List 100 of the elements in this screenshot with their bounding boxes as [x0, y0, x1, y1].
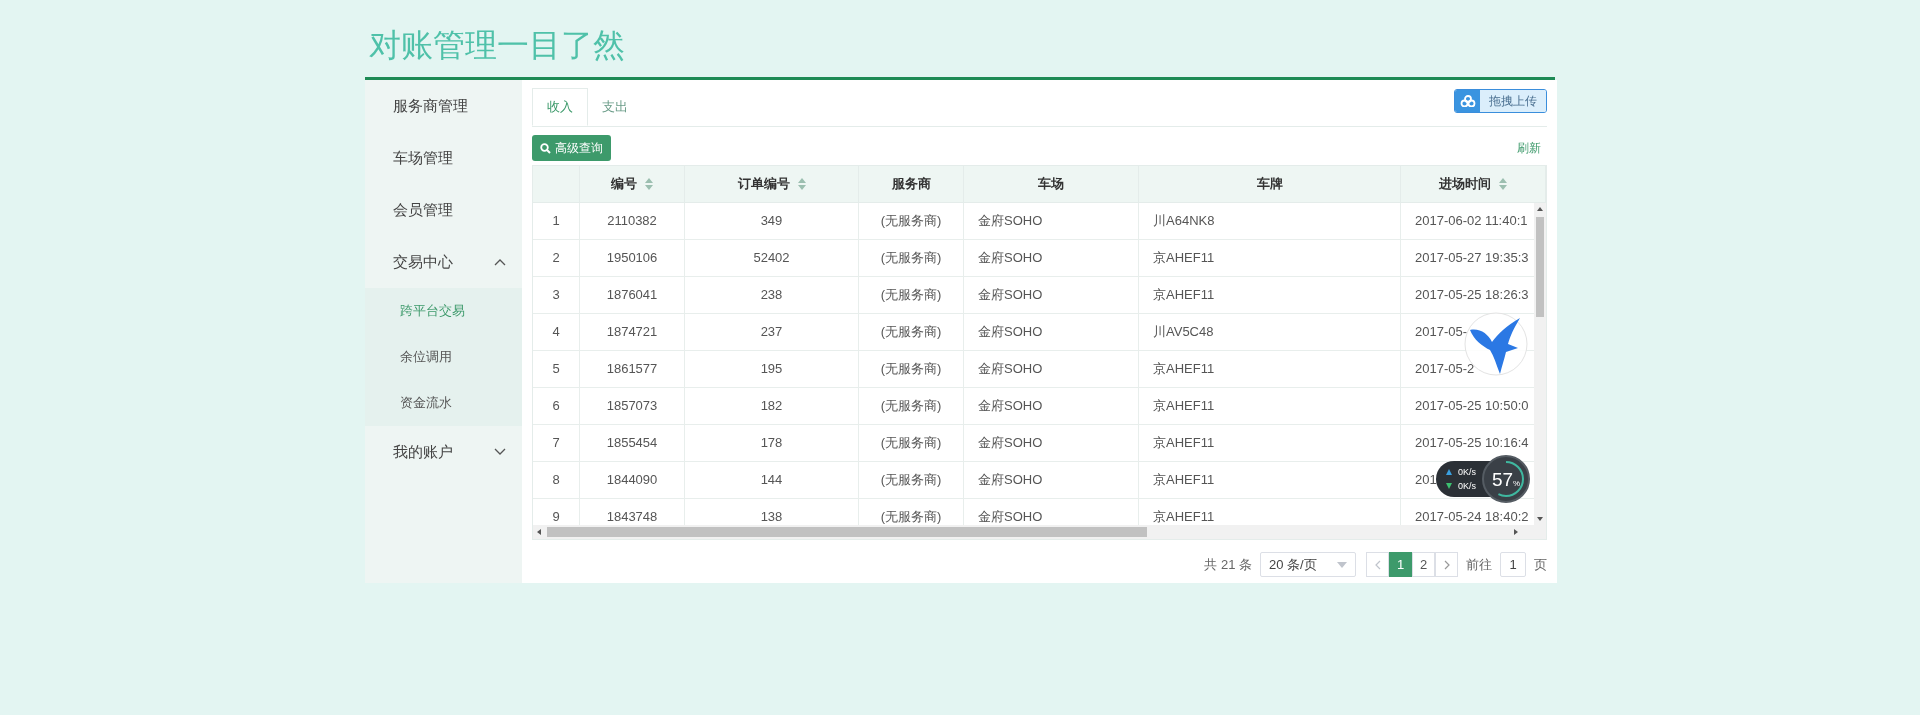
- tab[interactable]: 收入: [532, 88, 588, 126]
- table-cell-text: 2017-05-25 10:16:4: [1415, 434, 1529, 453]
- horizontal-scrollbar[interactable]: [533, 525, 1546, 539]
- table-cell-text: 1843748: [606, 508, 658, 525]
- memory-percent: 57%: [1491, 469, 1521, 489]
- table-cell-text: 1874721: [606, 323, 658, 342]
- sort-icon[interactable]: [1499, 178, 1507, 190]
- table-cell-text: 金府SOHO: [978, 286, 1043, 305]
- table-cell: 5: [533, 351, 580, 387]
- column-header[interactable]: 订单编号: [685, 166, 859, 202]
- total-count: 共 21 条: [1204, 555, 1252, 574]
- goto-label: 前往: [1466, 555, 1492, 574]
- table-cell-text: 京AHEF11: [1153, 286, 1215, 305]
- sidebar-group[interactable]: 我的账户: [365, 426, 522, 478]
- table-cell-text: 金府SOHO: [978, 249, 1043, 268]
- table-cell-text: 182: [760, 397, 783, 416]
- column-title: 订单编号: [737, 175, 790, 194]
- table-cell: 1: [533, 203, 580, 239]
- column-title: 编号: [611, 175, 637, 194]
- sort-icon[interactable]: [797, 178, 806, 190]
- previous-page-button[interactable]: [1366, 552, 1389, 577]
- column-title: 服务商: [891, 175, 931, 194]
- upload-speed: 0K/s: [1458, 466, 1476, 479]
- search-icon: [540, 142, 551, 154]
- chevron-down-icon: [494, 448, 506, 456]
- column-title: 车牌: [1256, 175, 1283, 194]
- vertical-scrollbar[interactable]: [1534, 203, 1546, 525]
- next-page-button[interactable]: [1435, 552, 1458, 577]
- table-cell-text: 2017-05-25 10:50:0: [1415, 397, 1529, 416]
- cloud-icon: [1459, 95, 1476, 107]
- table-cell: 2: [533, 240, 580, 276]
- table-cell-text: 1855454: [606, 434, 658, 453]
- table-cell-text: (无服务商): [880, 323, 942, 342]
- table-cell-text: 2017-05-25 18:26:3: [1415, 286, 1529, 305]
- table-cell-text: (无服务商): [880, 508, 942, 525]
- column-header[interactable]: 编号: [580, 166, 685, 202]
- download-speed: 0K/s: [1458, 480, 1476, 493]
- table-cell-text: 2017-05-2: [1415, 360, 1475, 379]
- table-cell-text: 金府SOHO: [978, 360, 1043, 379]
- table-cell-text: 1857073: [606, 397, 658, 416]
- table-cell-text: 178: [760, 434, 783, 453]
- table-cell-text: 京AHEF11: [1153, 471, 1215, 490]
- page-button[interactable]: 2: [1412, 552, 1435, 577]
- table-cell: 7: [533, 425, 580, 461]
- table-cell-text: (无服务商): [880, 434, 942, 453]
- table-cell-text: 144: [760, 471, 783, 490]
- table-cell-text: 金府SOHO: [978, 434, 1043, 453]
- sort-icon[interactable]: [645, 178, 653, 190]
- download-arrow-icon: [1446, 483, 1452, 489]
- table-cell-text: 京AHEF11: [1153, 249, 1215, 268]
- table-cell-text: (无服务商): [880, 249, 942, 268]
- column-title: 进场时间: [1439, 175, 1491, 194]
- upload-button[interactable]: 拖拽上传: [1454, 89, 1547, 113]
- table-cell-text: 238: [760, 286, 783, 305]
- caret-down-icon: [1337, 561, 1347, 568]
- table-cell: 6: [533, 388, 580, 424]
- page-number-field[interactable]: 1: [1500, 552, 1526, 577]
- table-cell-text: 2017-06-02 11:40:1: [1415, 212, 1528, 231]
- table-cell-text: 1950106: [606, 249, 658, 268]
- page-title: 对账管理一目了然: [368, 26, 626, 65]
- table-cell-text: 金府SOHO: [978, 471, 1043, 490]
- table-cell-text: (无服务商): [880, 212, 942, 231]
- table-cell: 4: [533, 314, 580, 350]
- table-cell-text: 川AV5C48: [1153, 323, 1214, 342]
- table-cell-text: 川A64NK8: [1153, 212, 1215, 231]
- table-cell-text: 2017-05-24 18:40:2: [1415, 508, 1529, 525]
- table-cell: 3: [533, 277, 580, 313]
- table-cell-text: 2110382: [607, 212, 657, 231]
- table-cell-text: 1844090: [606, 471, 658, 490]
- table-cell-text: (无服务商): [880, 360, 942, 379]
- sidebar-group[interactable]: 交易中心: [365, 236, 522, 288]
- submenu-item[interactable]: 资金流水: [365, 380, 522, 426]
- column-title: 车场: [1038, 175, 1064, 194]
- sidebar-item[interactable]: 车场管理: [365, 132, 522, 184]
- table-cell-text: 349: [760, 212, 783, 231]
- table-cell-text: 金府SOHO: [978, 397, 1043, 416]
- table-cell-text: 京AHEF11: [1153, 360, 1215, 379]
- column-header[interactable]: 进场时间: [1401, 166, 1546, 202]
- sidebar-group-label: 我的账户: [393, 441, 453, 462]
- table-cell-text: 138: [760, 508, 783, 525]
- submenu-item[interactable]: 余位调用: [365, 334, 522, 380]
- table-cell-text: (无服务商): [880, 471, 942, 490]
- table-cell-text: 金府SOHO: [978, 508, 1043, 525]
- table-cell-text: 金府SOHO: [978, 212, 1043, 231]
- page-size-select[interactable]: 20 条/页: [1260, 552, 1356, 577]
- table-cell-text: 1861577: [606, 360, 658, 379]
- chevron-up-icon: [494, 258, 506, 266]
- sidebar-item[interactable]: 会员管理: [365, 184, 522, 236]
- page-unit: 页: [1534, 555, 1547, 574]
- table-cell-text: 195: [760, 360, 783, 379]
- table-cell-text: 京AHEF11: [1153, 397, 1215, 416]
- sidebar-group-label: 交易中心: [393, 251, 453, 272]
- sidebar-item[interactable]: 服务商管理: [365, 80, 522, 132]
- table-cell-text: 1876041: [606, 286, 658, 305]
- table-cell-text: 京AHEF11: [1153, 508, 1215, 525]
- refresh-link[interactable]: 刷新: [1517, 139, 1547, 157]
- upload-arrow-icon: [1446, 469, 1452, 475]
- table-cell-text: 京AHEF11: [1153, 434, 1215, 453]
- table-cell-text: 201: [1415, 471, 1437, 490]
- chevron-left-icon: [1374, 559, 1381, 570]
